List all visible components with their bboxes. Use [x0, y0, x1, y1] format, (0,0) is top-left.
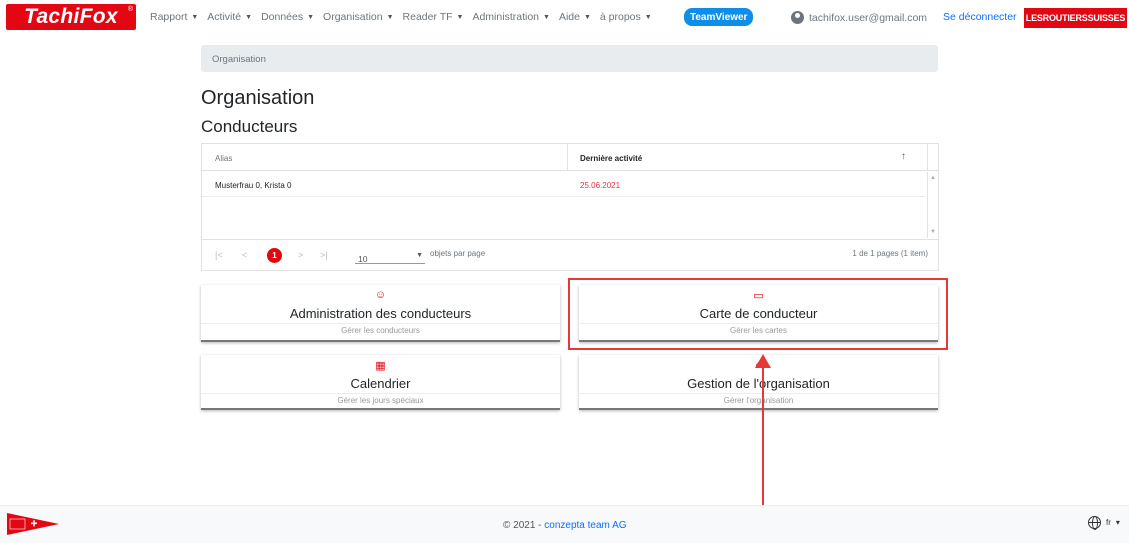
user-account[interactable]: tachifox.user@gmail.com [791, 11, 927, 24]
last-page-button[interactable]: >| [320, 250, 328, 260]
caret-down-icon: ▼ [543, 13, 550, 21]
caret-down-icon: ▼ [456, 13, 464, 21]
menu-label: Rapport [150, 11, 188, 23]
drivers-grid: Alias Dernière activité ↑ Musterfrau 0, … [201, 143, 939, 271]
copyright-text: © 2021 - [503, 520, 545, 531]
next-page-button[interactable]: > [298, 250, 303, 260]
driver-face-icon: ☺ [374, 289, 387, 301]
card-driver-administration[interactable]: ☺ Administration des conducteurs Gérer l… [201, 285, 560, 342]
card-title: Calendrier [350, 376, 411, 391]
grid-pager: |< < 1 > >| 10 ▼ objets par page 1 de 1 … [202, 239, 938, 271]
menu-activite[interactable]: Activité ▼ [207, 11, 252, 23]
section-title: Conducteurs [201, 117, 298, 136]
main-menu: Rapport ▼ Activité ▼ Données ▼ Organisation… [150, 11, 661, 23]
menu-a-propos[interactable]: à propos ▼ [600, 11, 652, 23]
breadcrumb: Organisation [201, 45, 938, 72]
grid-header: Alias Dernière activité ↑ [202, 144, 938, 171]
highlight-box [568, 278, 948, 350]
menu-rapport[interactable]: Rapport ▼ [150, 11, 198, 23]
logout-link[interactable]: Se déconnecter [943, 11, 1017, 23]
menu-label: Aide [558, 11, 580, 23]
menu-reader-tf[interactable]: Reader TF ▼ [403, 11, 464, 23]
menu-label: Activité [207, 11, 242, 23]
calendar-icon: ▦ [375, 360, 386, 372]
language-label: fr [1106, 518, 1111, 527]
grid-scrollbar[interactable]: ▲ ▼ [927, 172, 938, 238]
card-divider [579, 393, 938, 394]
card-title: Administration des conducteurs [289, 306, 472, 321]
tachifox-logo[interactable]: TachiFox ® [6, 4, 136, 30]
prev-page-button[interactable]: < [242, 250, 247, 260]
menu-label: Données [261, 11, 304, 23]
page-size-select[interactable]: 10 ▼ [355, 249, 425, 264]
caret-down-icon: ▼ [307, 13, 315, 21]
cell-last-activity: 25.06.2021 [580, 181, 621, 190]
card-divider [201, 323, 560, 324]
footer: © 2021 - conzepta team AG [0, 505, 1129, 543]
menu-label: Organisation [323, 11, 383, 23]
card-subtitle: Gérer les jours spéciaux [337, 396, 424, 405]
top-navbar: TachiFox ® Rapport ▼ Activité ▼ Données ▼ O… [0, 0, 1129, 36]
first-page-button[interactable]: |< [215, 250, 223, 260]
card-subtitle: Gérer l'organisation [723, 396, 794, 405]
card-subtitle: Gérer les conducteurs [341, 326, 420, 335]
logo-text: TachiFox [24, 5, 118, 28]
card-divider [201, 393, 560, 394]
caret-down-icon: ▼ [191, 13, 199, 21]
page-title: Organisation [201, 87, 315, 109]
menu-label: Administration [472, 11, 539, 23]
column-divider [567, 144, 568, 171]
cell-alias: Musterfrau 0, Krista 0 [215, 181, 292, 190]
caret-down-icon: ▼ [583, 13, 591, 21]
column-header-alias[interactable]: Alias [215, 154, 232, 163]
menu-administration[interactable]: Administration ▼ [472, 11, 549, 23]
caret-down-icon: ▼ [644, 13, 652, 21]
column-divider [927, 144, 928, 171]
menu-label: Reader TF [402, 11, 453, 23]
menu-label: à propos [599, 11, 641, 23]
caret-down-icon: ▼ [245, 13, 253, 21]
caret-down-icon: ▼ [416, 252, 423, 259]
column-header-last-activity[interactable]: Dernière activité [580, 154, 642, 163]
sort-ascending-icon[interactable]: ↑ [901, 151, 906, 162]
scroll-up-icon[interactable]: ▲ [930, 175, 936, 181]
card-title: Gestion de l'organisation [687, 376, 830, 391]
menu-donnees[interactable]: Données ▼ [261, 11, 314, 23]
teamviewer-button[interactable]: TeamViewer [684, 8, 754, 26]
copyright: © 2021 - conzepta team AG [503, 520, 627, 531]
page-size-value: 10 [358, 254, 368, 264]
user-email: tachifox.user@gmail.com [809, 11, 928, 24]
les-routiers-suisses-logo[interactable] [7, 513, 59, 535]
scroll-down-icon[interactable]: ▼ [930, 229, 936, 235]
caret-down-icon: ▾ [1115, 518, 1120, 527]
user-circle-icon [791, 11, 804, 24]
organisation-badge[interactable]: LESROUTIERSSUISSES [1024, 8, 1127, 28]
company-link[interactable]: conzepta team AG [544, 520, 626, 531]
caret-down-icon: ▼ [386, 13, 394, 21]
card-calendar[interactable]: ▦ Calendrier Gérer les jours spéciaux [201, 355, 560, 410]
page-size-label: objets par page [430, 249, 486, 258]
globe-icon [1088, 516, 1101, 530]
language-selector[interactable]: fr ▾ [1088, 516, 1120, 530]
table-row[interactable]: Musterfrau 0, Krista 0 25.06.2021 [202, 172, 926, 197]
current-page-button[interactable]: 1 [267, 248, 282, 263]
menu-aide[interactable]: Aide ▼ [559, 11, 591, 23]
pager-info: 1 de 1 pages (1 item) [852, 249, 928, 258]
menu-organisation[interactable]: Organisation ▼ [323, 11, 393, 23]
logo-mark: ® [127, 6, 133, 13]
